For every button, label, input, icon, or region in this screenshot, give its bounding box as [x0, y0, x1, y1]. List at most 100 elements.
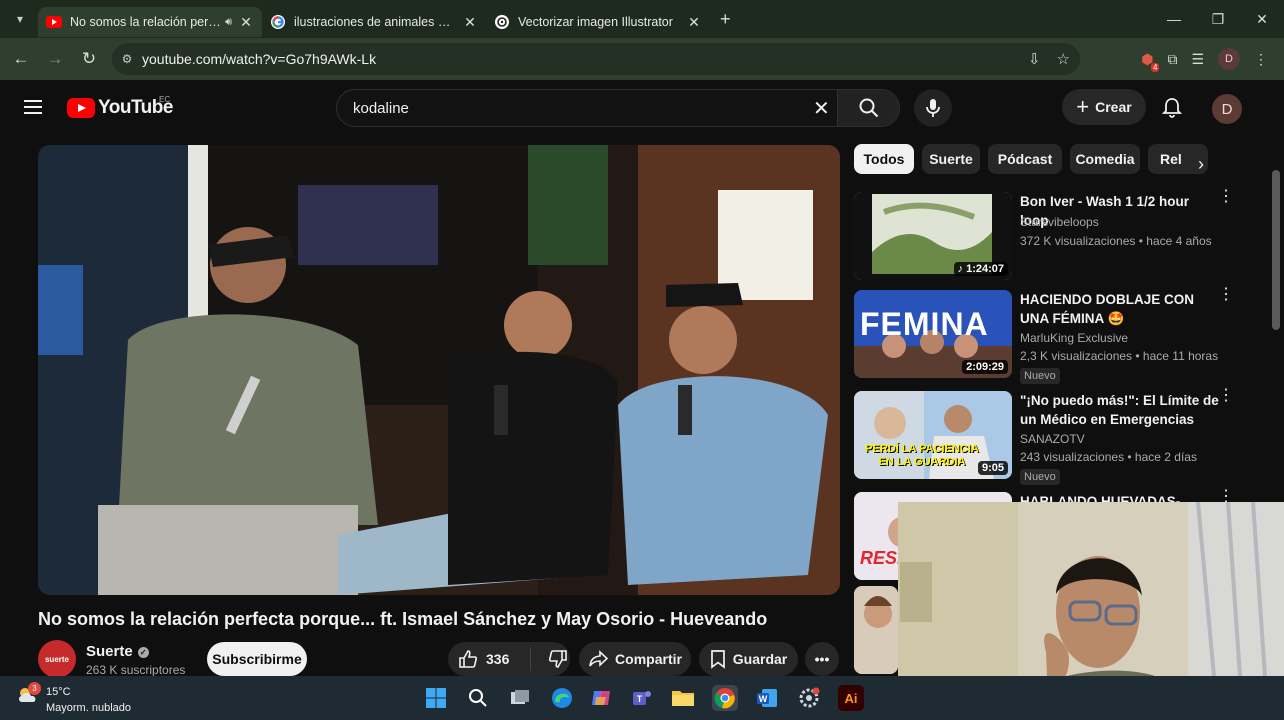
- illustrator-label: Ai: [844, 690, 858, 706]
- browser-menu-icon[interactable]: ⋮: [1254, 51, 1268, 68]
- back-icon[interactable]: ←: [4, 49, 38, 69]
- bookmark-star-icon[interactable]: ☆: [1057, 50, 1070, 68]
- like-divider: [530, 647, 532, 671]
- close-tab-icon[interactable]: ✕: [462, 14, 478, 31]
- recommendation-meta: 2,3 K visualizaciones • hace 11 horas: [1020, 349, 1219, 363]
- tab-vectorize[interactable]: Vectorizar imagen Illustrator ✕: [486, 7, 710, 37]
- recommendation-item[interactable]: PERDÍ LA PACIENCIA EN LA GUARDIA 9:05 "¡…: [854, 388, 1254, 485]
- tab-youtube-video[interactable]: No somos la relación perfecta porque... …: [38, 7, 262, 37]
- address-bar[interactable]: ⚙︎ youtube.com/watch?v=Go7h9AWk-Lk ⇩ ☆: [112, 43, 1080, 75]
- reading-list-icon[interactable]: ☰: [1191, 51, 1204, 68]
- save-button[interactable]: Guardar: [699, 642, 798, 676]
- recommendation-item[interactable]: ♪ 1:24:07 Bon Iver - Wash 1 1/2 hour loo…: [854, 189, 1254, 284]
- reload-icon[interactable]: ↻: [72, 49, 106, 69]
- dislike-button[interactable]: [548, 649, 568, 669]
- weather-widget[interactable]: 3 15°C Mayorm. nublado: [14, 680, 174, 716]
- more-vertical-icon[interactable]: ⋮: [1218, 189, 1234, 205]
- share-button[interactable]: Compartir: [579, 642, 691, 676]
- start-icon[interactable]: [423, 685, 449, 711]
- page-scrollbar[interactable]: [1272, 170, 1280, 330]
- close-window-icon[interactable]: ✕: [1240, 0, 1284, 38]
- svg-text:W: W: [759, 694, 768, 704]
- video-title: No somos la relación perfecta porque... …: [38, 609, 768, 629]
- recommendation-channel[interactable]: MarluKing Exclusive: [1020, 331, 1128, 345]
- voice-search-button[interactable]: [914, 89, 952, 127]
- video-player[interactable]: [38, 145, 840, 595]
- video-duration: ♪ 1:24:07: [953, 262, 1008, 276]
- extensions-area: ⬢ 4 ⧉ ☰ D ⋮: [1141, 38, 1284, 80]
- profile-avatar[interactable]: D: [1218, 48, 1240, 70]
- site-info-icon[interactable]: ⚙︎: [112, 52, 142, 66]
- chip-todos[interactable]: Todos: [854, 144, 914, 174]
- weather-alert-badge: 3: [28, 682, 41, 695]
- search-icon[interactable]: [465, 685, 491, 711]
- tab-search-button[interactable]: ▾: [8, 7, 32, 31]
- maximize-icon[interactable]: ❐: [1196, 0, 1240, 38]
- edge-icon[interactable]: [549, 685, 575, 711]
- chip-comedia[interactable]: Comedia: [1070, 144, 1140, 174]
- copilot-icon[interactable]: [588, 685, 614, 711]
- close-tab-icon[interactable]: ✕: [686, 14, 702, 31]
- video-thumbnail[interactable]: FEMINA 2:09:29: [854, 290, 1012, 378]
- account-avatar[interactable]: D: [1212, 94, 1242, 124]
- minimize-icon[interactable]: —: [1152, 0, 1196, 38]
- word-icon[interactable]: W: [754, 685, 780, 711]
- video-thumbnail[interactable]: ♪ 1:24:07: [854, 192, 1012, 280]
- notifications-button[interactable]: [1160, 96, 1184, 120]
- illustrator-icon[interactable]: Ai: [838, 685, 864, 711]
- search-input[interactable]: [337, 90, 837, 126]
- video-thumbnail[interactable]: [854, 586, 898, 674]
- chip-suerte[interactable]: Suerte: [922, 144, 980, 174]
- youtube-icon: [46, 14, 62, 30]
- video-thumbnail[interactable]: PERDÍ LA PACIENCIA EN LA GUARDIA 9:05: [854, 391, 1012, 479]
- puzzle-extensions-icon[interactable]: ⧉: [1167, 51, 1177, 68]
- more-vertical-icon[interactable]: ⋮: [1218, 489, 1234, 505]
- tab-audio-icon[interactable]: 🔊︎: [225, 16, 232, 29]
- more-vertical-icon[interactable]: ⋮: [1218, 388, 1234, 404]
- new-tab-button[interactable]: +: [720, 9, 731, 30]
- recommendation-channel[interactable]: Starsvibeloops: [1020, 215, 1099, 229]
- task-view-icon[interactable]: [507, 685, 533, 711]
- like-button[interactable]: 336: [458, 649, 509, 669]
- tab-illustrations[interactable]: ilustraciones de animales geométricos ✕: [262, 7, 486, 37]
- recommendation-channel[interactable]: SANAZOTV: [1020, 432, 1085, 446]
- chrome-icon[interactable]: [712, 685, 738, 711]
- bookmark-icon: [710, 650, 725, 669]
- search-icon: [859, 98, 878, 118]
- extension-badge: 4: [1150, 62, 1160, 72]
- youtube-play-icon: [67, 98, 95, 118]
- youtube-logo[interactable]: YouTube EC: [67, 95, 173, 119]
- settings-icon[interactable]: [796, 685, 822, 711]
- teams-icon[interactable]: T: [629, 685, 655, 711]
- chip-podcast[interactable]: Pódcast: [988, 144, 1062, 174]
- tab-title: No somos la relación perfecta porque... …: [70, 15, 221, 29]
- file-explorer-icon[interactable]: [670, 685, 696, 711]
- url-text: youtube.com/watch?v=Go7h9AWk-Lk: [142, 51, 377, 67]
- menu-icon[interactable]: [24, 100, 42, 114]
- channel-name[interactable]: Suerte ✓: [86, 643, 149, 660]
- recommendation-item[interactable]: FEMINA 2:09:29 HACIENDO DOBLAJE CON UNA …: [854, 287, 1254, 384]
- extension-icon[interactable]: ⬢ 4: [1141, 51, 1160, 72]
- search-button[interactable]: [837, 90, 899, 126]
- subscribe-button[interactable]: Subscribirme: [207, 642, 307, 676]
- filter-chips: Todos Suerte Pódcast Comedia Rel: [854, 144, 1224, 176]
- like-dislike-group: 336: [448, 642, 570, 676]
- thumbnail-text: FEMINA: [860, 306, 989, 342]
- chatgpt-icon: [494, 14, 510, 30]
- install-app-icon[interactable]: ⇩: [1028, 50, 1041, 68]
- clear-search-icon[interactable]: ✕: [813, 96, 830, 121]
- thumbnail-image: [854, 586, 898, 674]
- google-icon: [270, 14, 286, 30]
- thumbnail-text: PERDÍ LA PACIENCIA EN LA GUARDIA: [865, 443, 979, 468]
- close-tab-icon[interactable]: ✕: [238, 14, 254, 31]
- create-button[interactable]: + Crear: [1062, 89, 1146, 125]
- temperature: 15°C: [46, 686, 71, 698]
- channel-avatar[interactable]: suerte: [38, 640, 76, 678]
- subscriber-count: 263 K suscriptores: [86, 663, 186, 677]
- plus-icon: +: [1076, 94, 1090, 119]
- more-actions-button[interactable]: •••: [805, 642, 839, 676]
- chevron-right-icon[interactable]: ›: [1198, 154, 1204, 175]
- forward-icon[interactable]: →: [38, 49, 72, 69]
- more-vertical-icon[interactable]: ⋮: [1218, 287, 1234, 303]
- share-icon: [589, 650, 609, 667]
